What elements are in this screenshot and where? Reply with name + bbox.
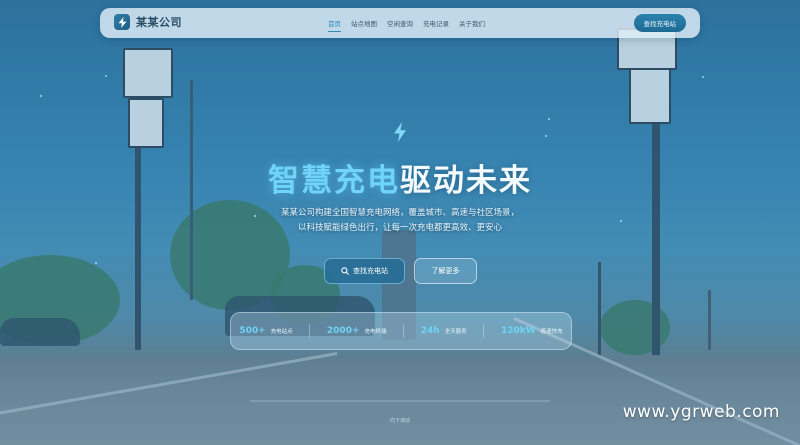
stat-item: 24h 全天服务 (421, 326, 467, 336)
divider (309, 324, 311, 338)
nav-item-availability[interactable]: 空闲查询 (387, 18, 413, 28)
sparkle (548, 118, 550, 120)
main-nav: 首页 站点地图 空闲查询 充电记录 关于我们 (328, 18, 495, 32)
brand-name: 某某公司 (136, 16, 182, 29)
find-station-button[interactable]: 查找充电站 (324, 258, 405, 284)
stat-label: 极速快充 (540, 329, 563, 335)
bolt-icon (393, 122, 407, 142)
navbar: 某某公司 首页 站点地图 空闲查询 充电记录 关于我们 查找充电站 (100, 8, 700, 38)
find-station-nav-button[interactable]: 查找充电站 (633, 14, 686, 32)
sparkle (105, 75, 107, 77)
hero-description-line1: 某某公司构建全国智慧充电网络，覆盖城市、高速与社区场景， (280, 208, 519, 218)
watermark: www.ygrweb.com (622, 402, 780, 422)
search-icon (341, 267, 349, 275)
stat-label: 全天服务 (444, 329, 467, 335)
hero-headline: 智慧充电驱动未来 (0, 155, 800, 200)
nav-item-site-map[interactable]: 站点地图 (351, 18, 377, 28)
nav-item-charging-records[interactable]: 充电记录 (423, 18, 449, 28)
stat-item: 2000+ 充电终端 (327, 326, 387, 336)
stat-item: 500+ 充电站点 (239, 326, 292, 336)
bolt-icon (114, 14, 130, 30)
divider (403, 324, 405, 338)
stat-value: 2000+ (326, 326, 360, 336)
sparkle (702, 76, 704, 78)
divider (483, 324, 485, 338)
stat-item: 120kW 极速快充 (501, 326, 563, 336)
headline-main: 驱动未来 (400, 163, 532, 199)
nav-item-about[interactable]: 关于我们 (459, 18, 485, 28)
brand[interactable]: 某某公司 (114, 14, 182, 30)
stat-value: 500+ (239, 326, 266, 336)
stat-value: 24h (420, 326, 440, 336)
stat-label: 充电终端 (364, 329, 387, 335)
learn-more-button[interactable]: 了解更多 (414, 258, 477, 284)
stat-label: 充电站点 (270, 329, 293, 335)
stat-value: 120kW (500, 326, 536, 336)
sparkle (95, 262, 97, 264)
hero-description-line2: 以科技赋能绿色出行，让每一次充电都更高效、更安心 (297, 223, 502, 233)
headline-highlight: 智慧充电 (268, 163, 400, 199)
find-station-button-label: 查找充电站 (353, 267, 388, 275)
nav-item-home[interactable]: 首页 (328, 18, 341, 32)
sparkle (545, 135, 547, 137)
learn-more-button-label: 了解更多 (431, 267, 460, 275)
stats-bar: 500+ 充电站点 2000+ 充电终端 24h 全天服务 120kW 极速快充 (230, 312, 572, 350)
sparkle (40, 95, 42, 97)
